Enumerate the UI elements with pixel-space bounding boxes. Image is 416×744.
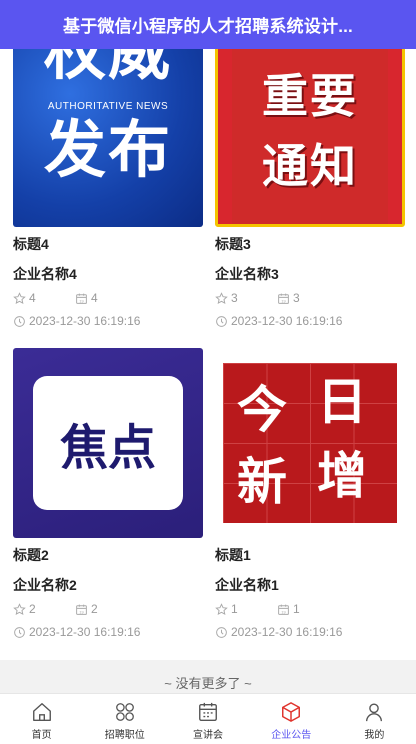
collects-count: 4 [91,291,98,305]
announcement-card[interactable]: 权威 AUTHORITATIVE NEWS 发布 标题4 企业名称4 4 19 … [13,37,203,328]
likes-count: 4 [29,291,36,305]
collects: 19 3 [277,291,339,305]
card-date: 2023-12-30 16:19:16 [215,625,405,639]
calendar-icon: 19 [278,604,289,615]
image-subtext: AUTHORITATIVE NEWS [47,101,169,112]
card-title: 标题1 [215,547,251,563]
list-end-text: ~ 没有更多了 ~ [0,660,416,693]
tab-label: 我的 [364,730,385,741]
calendar-icon [199,702,217,721]
card-title: 标题4 [13,236,49,252]
card-date: 2023-12-30 16:19:16 [13,625,203,639]
star-icon [215,291,228,304]
announcement-card[interactable]: 焦点 标题2 企业名称2 2 19 2 2023-12-30 16:19:16 [13,348,203,639]
likes: 2 [13,602,75,616]
svg-text:19: 19 [79,610,83,614]
image-text-line2: 通知 [262,139,358,193]
collects: 19 1 [277,602,339,616]
date-text: 2023-12-30 16:19:16 [29,314,141,328]
tab-seminar[interactable]: 宣讲会 [166,694,249,744]
tab-label: 企业公告 [271,730,312,741]
announcement-image[interactable]: 重要 通知 [215,37,405,227]
user-icon [366,703,383,722]
card-title: 标题3 [215,236,251,252]
card-company: 企业名称2 [13,577,77,593]
tab-announcements[interactable]: 企业公告 [250,694,333,744]
likes: 1 [215,602,277,616]
calendar-icon: 19 [76,293,87,304]
image-text-line1: 重要 [262,69,358,123]
svg-text:19: 19 [281,299,285,303]
card-date: 2023-12-30 16:19:16 [13,314,203,328]
announcement-grid: 权威 AUTHORITATIVE NEWS 发布 标题4 企业名称4 4 19 … [0,0,416,660]
card-company: 企业名称4 [13,266,77,282]
date-text: 2023-12-30 16:19:16 [231,625,343,639]
likes-count: 3 [231,291,238,305]
announcement-card[interactable]: 今 日 新 增 标题1 企业名称1 1 19 1 2023-12-30 16:1… [215,348,405,639]
image-text-line2: 发布 [43,113,172,186]
star-icon [215,602,228,615]
collects: 19 4 [75,291,137,305]
collects: 19 2 [75,602,137,616]
tab-jobs[interactable]: 招聘职位 [83,694,166,744]
collects-count: 2 [91,602,98,616]
card-meta: 2 19 2 [13,602,203,616]
collects-count: 3 [293,291,300,305]
image-text: 焦点 [59,420,156,476]
announcement-image[interactable]: 权威 AUTHORITATIVE NEWS 发布 [13,37,203,227]
calendar-icon: 19 [278,293,289,304]
clock-icon [216,626,227,638]
app-header: 基于微信小程序的人才招聘系统设计... [0,0,416,49]
card-company: 企业名称3 [215,266,279,282]
date-text: 2023-12-30 16:19:16 [231,314,343,328]
announcement-card[interactable]: 重要 通知 标题3 企业名称3 3 19 3 2023-12-30 16:19:… [215,37,405,328]
card-meta: 3 19 3 [215,291,405,305]
likes-count: 1 [231,602,238,616]
page-title: 基于微信小程序的人才招聘系统设计... [63,17,353,36]
clock-icon [14,626,25,638]
tab-home[interactable]: 首页 [0,694,83,744]
card-meta: 4 19 4 [13,291,203,305]
collects-count: 1 [293,602,300,616]
star-icon [13,602,26,615]
likes: 3 [215,291,277,305]
svg-text:19: 19 [281,610,285,614]
tab-label: 宣讲会 [193,730,223,741]
image-char-2: 日 [317,373,367,431]
home-icon [32,703,51,721]
announcement-image[interactable]: 今 日 新 增 [215,348,405,538]
date-text: 2023-12-30 16:19:16 [29,625,141,639]
card-date: 2023-12-30 16:19:16 [215,314,405,328]
star-icon [13,291,26,304]
tab-profile[interactable]: 我的 [333,694,416,744]
image-char-1: 今 [237,381,287,439]
calendar-icon: 19 [76,604,87,615]
image-char-4: 增 [317,447,367,505]
likes: 4 [13,291,75,305]
grid-icon [115,703,134,721]
card-title: 标题2 [13,547,49,563]
box-icon [282,702,301,722]
image-char-3: 新 [237,453,287,511]
card-meta: 1 19 1 [215,602,405,616]
clock-icon [14,315,25,327]
tab-label: 招聘职位 [104,730,145,741]
svg-text:19: 19 [79,299,83,303]
likes-count: 2 [29,602,36,616]
announcement-image[interactable]: 焦点 [13,348,203,538]
tab-label: 首页 [31,730,52,741]
card-company: 企业名称1 [215,577,279,593]
clock-icon [216,315,227,327]
bottom-tab-bar: 首页 招聘职位 宣讲会 企业公告 我的 [0,693,416,744]
